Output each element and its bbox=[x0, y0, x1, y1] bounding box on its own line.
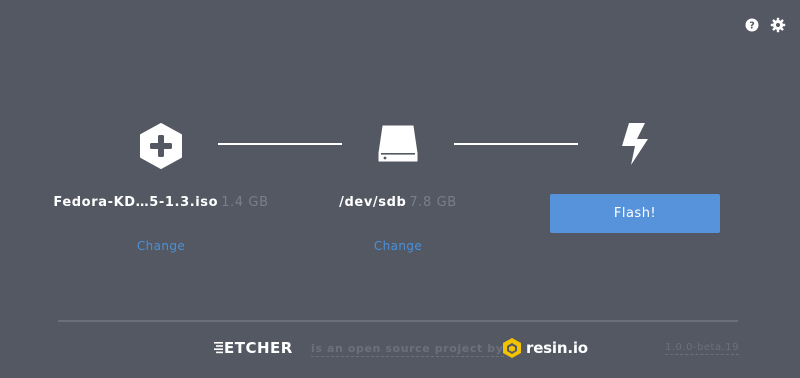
connector-line-1 bbox=[218, 143, 342, 145]
hard-drive-icon bbox=[378, 125, 418, 162]
drive-label: /dev/sdb 7.8 GB bbox=[318, 195, 478, 210]
resin-cube-icon bbox=[503, 338, 521, 358]
footer-tagline: is an open source project by bbox=[311, 342, 504, 357]
connector-line-2 bbox=[454, 143, 578, 145]
resin-wordmark: resin.io bbox=[526, 339, 588, 357]
svg-text:?: ? bbox=[749, 21, 755, 32]
flash-button[interactable]: Flash! bbox=[550, 194, 720, 233]
settings-gear-icon[interactable] bbox=[770, 17, 786, 33]
image-size: 1.4 GB bbox=[221, 195, 269, 210]
footer-divider bbox=[58, 320, 738, 322]
plus-hexagon-icon bbox=[140, 123, 182, 169]
version-label[interactable]: 1.0.0-beta.19 bbox=[665, 342, 740, 355]
help-icon[interactable]: ? bbox=[744, 17, 760, 33]
etcher-speed-lines-icon bbox=[214, 342, 223, 354]
etcher-logo[interactable]: ETCHER bbox=[214, 339, 293, 357]
footer: ETCHER is an open source project by resi… bbox=[0, 336, 800, 362]
image-name: Fedora-KD…5-1.3.iso bbox=[53, 195, 219, 210]
change-image-link[interactable]: Change bbox=[111, 239, 211, 253]
resin-logo[interactable]: resin.io bbox=[502, 337, 588, 359]
select-drive-step bbox=[377, 123, 419, 165]
flash-step bbox=[616, 121, 652, 167]
change-drive-link[interactable]: Change bbox=[348, 239, 448, 253]
header-icons: ? bbox=[744, 17, 786, 33]
image-label: Fedora-KD…5-1.3.iso 1.4 GB bbox=[40, 195, 282, 210]
drive-size: 7.8 GB bbox=[409, 195, 457, 210]
drive-name: /dev/sdb bbox=[339, 195, 407, 210]
etcher-wordmark: ETCHER bbox=[224, 339, 293, 357]
lightning-bolt-icon bbox=[622, 123, 648, 165]
select-image-step bbox=[139, 123, 183, 169]
